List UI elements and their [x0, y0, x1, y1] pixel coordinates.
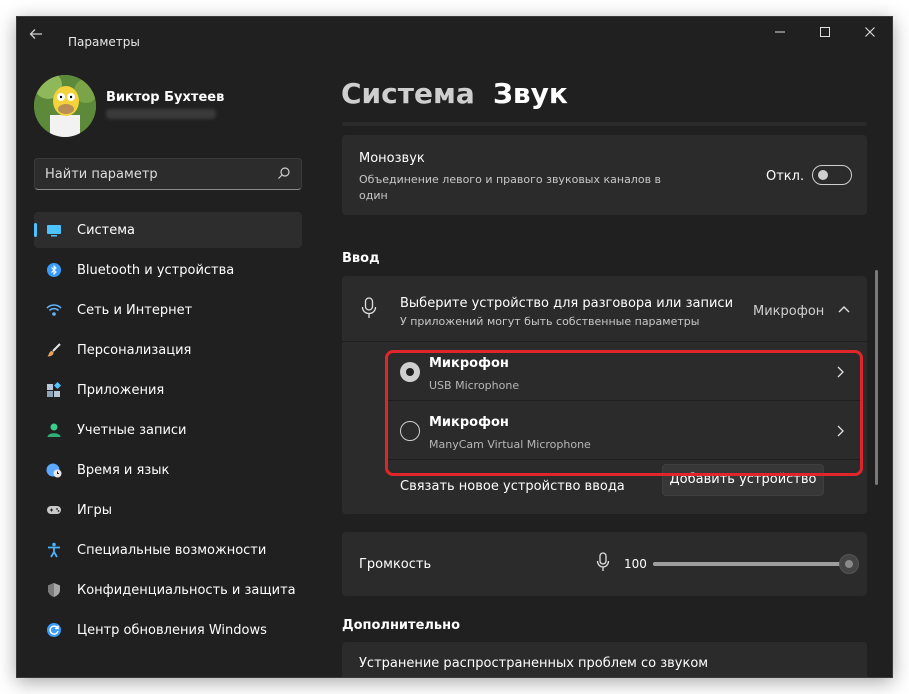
- toggle-knob: [818, 170, 828, 180]
- wifi-icon: [46, 304, 62, 316]
- mono-description: Объединение левого и правого звуковых ка…: [359, 173, 662, 202]
- sidebar-nav: Система Bluetooth и устройства Сеть и Ин…: [34, 212, 302, 652]
- troubleshoot-card[interactable]: Устранение распространенных проблем со з…: [342, 642, 867, 677]
- troubleshoot-label: Устранение распространенных проблем со з…: [359, 656, 709, 671]
- sidebar-item-label: Bluetooth и устройства: [77, 263, 235, 278]
- sidebar-item-label: Персонализация: [77, 343, 192, 358]
- settings-window: Параметры Виктор Бухтеев Найти параметр: [16, 16, 893, 678]
- main-content: Монозвук Объединение левого и правого зв…: [342, 122, 868, 677]
- sidebar-item-label: Учетные записи: [77, 423, 187, 438]
- minimize-icon: [775, 31, 785, 33]
- sidebar-item-time-language[interactable]: Время и язык: [34, 452, 302, 488]
- person-icon: [47, 423, 61, 437]
- mono-toggle[interactable]: [812, 165, 852, 185]
- chevron-up-icon[interactable]: [837, 304, 851, 314]
- sidebar-item-label: Специальные возможности: [77, 543, 267, 558]
- breadcrumb-separator: ›: [465, 83, 473, 107]
- close-icon: [865, 27, 875, 37]
- volume-label: Громкость: [359, 557, 432, 572]
- sidebar-item-label: Игры: [77, 503, 113, 518]
- sidebar-item-label: Конфиденциальность и защита: [77, 583, 296, 598]
- sidebar-item-gaming[interactable]: Игры: [34, 492, 302, 528]
- mono-title: Монозвук: [359, 151, 425, 166]
- back-button[interactable]: [29, 27, 53, 43]
- arrow-left-icon: [29, 29, 42, 39]
- maximize-button[interactable]: [808, 25, 842, 43]
- sidebar-item-network[interactable]: Сеть и Интернет: [34, 292, 302, 328]
- sidebar-item-accounts[interactable]: Учетные записи: [34, 412, 302, 448]
- breadcrumb-parent[interactable]: Система: [341, 77, 475, 110]
- brush-icon: [47, 343, 61, 357]
- gamepad-icon: [47, 506, 61, 514]
- sidebar-item-personalization[interactable]: Персонализация: [34, 332, 302, 368]
- sidebar-item-label: Приложения: [77, 383, 165, 398]
- sidebar-item-privacy[interactable]: Конфиденциальность и защита: [34, 572, 302, 608]
- sidebar-item-accessibility[interactable]: Специальные возможности: [34, 532, 302, 568]
- pair-input-device-label: Связать новое устройство ввода: [400, 479, 625, 494]
- input-device-picker[interactable]: Выберите устройство для разговора или за…: [342, 276, 867, 342]
- app-title: Параметры: [68, 35, 140, 49]
- sidebar-item-system[interactable]: Система: [34, 212, 302, 248]
- search-icon: [278, 167, 290, 179]
- globe-clock-icon: [46, 463, 62, 478]
- volume-card: Громкость 100: [342, 532, 867, 596]
- page-title: Звук: [493, 77, 568, 110]
- microphone-icon: [596, 552, 610, 571]
- sidebar-item-label: Сеть и Интернет: [77, 303, 193, 318]
- close-button[interactable]: [853, 25, 887, 43]
- highlight-frame: [385, 350, 863, 476]
- mono-audio-card: Монозвук Объединение левого и правого зв…: [342, 135, 867, 215]
- sidebar-item-bluetooth[interactable]: Bluetooth и устройства: [34, 252, 302, 288]
- previous-card-edge: [342, 122, 867, 126]
- sidebar-item-label: Система: [77, 223, 136, 238]
- title-bar: Параметры: [17, 17, 892, 51]
- user-name: Виктор Бухтеев: [106, 90, 225, 105]
- apps-icon: [47, 382, 62, 397]
- search-input[interactable]: Найти параметр: [34, 158, 302, 190]
- input-section-title: Ввод: [342, 251, 380, 266]
- sidebar-item-windows-update[interactable]: Центр обновления Windows: [34, 612, 302, 648]
- extra-section-title: Дополнительно: [342, 618, 461, 633]
- avatar[interactable]: [34, 75, 96, 137]
- sidebar-item-label: Центр обновления Windows: [77, 623, 267, 638]
- volume-slider[interactable]: [653, 554, 859, 574]
- microphone-icon: [361, 297, 377, 318]
- maximize-icon: [820, 27, 830, 37]
- mono-toggle-label: Откл.: [766, 169, 805, 184]
- accessibility-icon: [48, 542, 60, 558]
- input-selected-device: Микрофон: [753, 304, 825, 319]
- scrollbar[interactable]: [875, 270, 878, 485]
- bluetooth-icon: [47, 263, 61, 277]
- volume-value: 100: [624, 557, 647, 571]
- search-placeholder: Найти параметр: [45, 167, 158, 182]
- display-icon: [47, 225, 61, 237]
- input-picker-subtitle: У приложений могут быть собственные пара…: [400, 315, 700, 328]
- volume-slider-fill: [653, 562, 849, 566]
- sidebar-item-apps[interactable]: Приложения: [34, 372, 302, 408]
- avatar-image: [34, 75, 96, 137]
- input-picker-title: Выберите устройство для разговора или за…: [400, 296, 734, 311]
- minimize-button[interactable]: [763, 25, 797, 43]
- sidebar-item-label: Время и язык: [77, 463, 170, 478]
- volume-slider-thumb[interactable]: [839, 554, 859, 574]
- user-email-blurred: [106, 109, 216, 119]
- shield-icon: [48, 583, 60, 597]
- update-icon: [47, 623, 61, 637]
